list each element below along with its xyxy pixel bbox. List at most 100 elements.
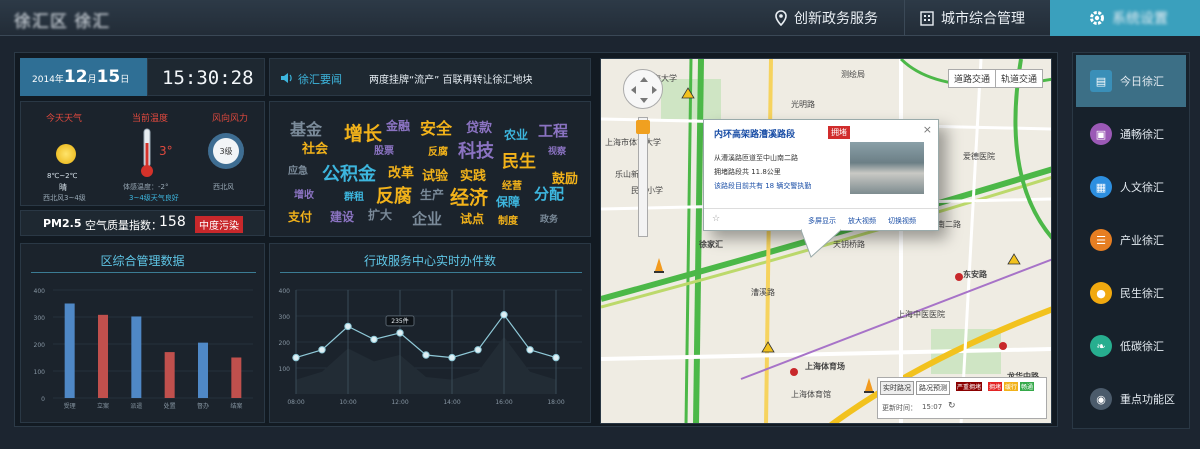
sidebar-item-label: 通畅徐汇 bbox=[1120, 128, 1164, 141]
zoom-video-link[interactable]: 放大视频 bbox=[848, 216, 876, 226]
sidebar-item-today[interactable]: ▤ 今日徐汇 bbox=[1076, 55, 1186, 107]
keyword[interactable]: 应急 bbox=[288, 162, 308, 177]
nav-city-management[interactable]: 城市综合管理 bbox=[904, 0, 1046, 36]
keyword[interactable]: 工程 bbox=[538, 120, 568, 141]
keyword[interactable]: 支付 bbox=[288, 208, 312, 225]
tab-rail-traffic[interactable]: 轨道交通 bbox=[995, 69, 1043, 88]
keyword[interactable]: 保障 bbox=[496, 193, 520, 210]
keyword[interactable]: 扩大 bbox=[368, 206, 392, 223]
gear-icon bbox=[1090, 11, 1104, 25]
keyword[interactable]: 试验 bbox=[422, 165, 448, 184]
keyword[interactable]: 基金 bbox=[290, 116, 322, 140]
nav-settings[interactable]: 系统设置 bbox=[1050, 0, 1200, 36]
keyword[interactable]: 企业 bbox=[412, 208, 442, 229]
x-tick-label: 受理 bbox=[64, 402, 76, 410]
keyword[interactable]: 政务 bbox=[540, 212, 558, 225]
keyword[interactable]: 反腐 bbox=[376, 182, 412, 208]
keyword[interactable]: 金融 bbox=[386, 117, 410, 134]
bar bbox=[64, 303, 75, 398]
x-tick-label: 16:00 bbox=[495, 399, 512, 406]
sidebar-item-livelihood[interactable]: ● 民生徐汇 bbox=[1076, 267, 1186, 319]
popup-line: 从漕溪路匝道至中山南二路 bbox=[714, 154, 798, 162]
tab-live-traffic[interactable]: 实时路况 bbox=[880, 381, 914, 395]
keyword[interactable]: 试点 bbox=[460, 210, 484, 227]
popup-pointer bbox=[801, 229, 841, 258]
list-icon: ☰ bbox=[1090, 229, 1112, 251]
data-point bbox=[344, 322, 352, 331]
x-tick-label: 10:00 bbox=[339, 399, 356, 406]
traffic-map[interactable]: 上海大学 上海市体育大学 光明路 测绘局 民庭小学 徐家汇 东安路 上海体育场 … bbox=[600, 58, 1052, 424]
top-bar: 徐汇区 徐汇 创新政务服务 城市综合管理 系统设置 bbox=[0, 0, 1200, 36]
clock-display: 15:30:28 bbox=[162, 67, 254, 89]
place-label: 上海体育馆 bbox=[791, 390, 831, 399]
keyword[interactable]: 民生 bbox=[502, 147, 536, 172]
weather-condition: 晴 bbox=[59, 183, 67, 192]
keyword[interactable]: 反腐 bbox=[428, 143, 448, 158]
keyword[interactable]: 增收 bbox=[294, 186, 314, 201]
keyword[interactable]: 制度 bbox=[498, 212, 518, 227]
sidebar-item-key-areas[interactable]: ◉ 重点功能区 bbox=[1076, 373, 1186, 425]
pollution-badge: 中度污染 bbox=[195, 216, 243, 233]
keyword[interactable]: 改革 bbox=[388, 162, 414, 181]
keyword[interactable]: 贷款 bbox=[466, 117, 492, 136]
sidebar-item-low-carbon[interactable]: ❧ 低碳徐汇 bbox=[1076, 320, 1186, 372]
keyword[interactable]: 股票 bbox=[374, 142, 394, 157]
keyword[interactable]: 分配 bbox=[534, 183, 564, 204]
tab-traffic-forecast[interactable]: 路况预测 bbox=[916, 381, 950, 395]
place-label: 上海市体育大学 bbox=[605, 138, 661, 147]
traffic-legend: 实时路况 路况预测 严重拥堵 拥堵 缓行 畅通 更新时间： 15:07 ↻ bbox=[877, 377, 1047, 419]
sidebar-item-label: 人文徐汇 bbox=[1120, 181, 1164, 194]
area-band bbox=[296, 336, 556, 394]
keyword[interactable]: 社会 bbox=[302, 138, 328, 157]
warning-icon[interactable] bbox=[1007, 253, 1021, 265]
keyword[interactable]: 群租 bbox=[344, 188, 364, 203]
line-chart: 100 200 300 400 08:00 10:00 12:00 14:00 16:00 18:… bbox=[279, 288, 582, 406]
keyword[interactable]: 科技 bbox=[458, 137, 494, 163]
tab-road-traffic[interactable]: 道路交通 bbox=[947, 69, 996, 88]
keyword[interactable]: 经营 bbox=[502, 177, 522, 192]
legend-clear: 畅通 bbox=[1020, 382, 1035, 391]
traffic-cone-icon[interactable] bbox=[653, 257, 665, 273]
sidebar-item-culture[interactable]: ▦ 人文徐汇 bbox=[1076, 161, 1186, 213]
place-label: 爱德医院 bbox=[963, 152, 995, 161]
sidebar: ▤ 今日徐汇 ▣ 通畅徐汇 ▦ 人文徐汇 ☰ 产业徐汇 ● 民生徐汇 ❧ 低碳徐… bbox=[1072, 52, 1190, 429]
keyword[interactable]: 视察 bbox=[548, 144, 566, 157]
x-tick-label: 12:00 bbox=[391, 399, 408, 406]
warning-icon[interactable] bbox=[761, 341, 775, 353]
sidebar-item-label: 民生徐汇 bbox=[1120, 287, 1164, 300]
keyword[interactable]: 经济 bbox=[450, 183, 488, 210]
star-icon[interactable]: ☆ bbox=[712, 214, 720, 224]
multi-screen-link[interactable]: 多屏显示 bbox=[808, 216, 836, 226]
bar bbox=[231, 357, 242, 398]
bar-chart-panel: 区综合管理数据 0 100 200 300 400 受理 立案 派遣 处置 督办 结案 bbox=[20, 243, 265, 423]
warning-icon[interactable] bbox=[681, 87, 695, 99]
close-icon[interactable]: × bbox=[923, 123, 932, 136]
news-headline[interactable]: 两度挂牌“流产” 百联再转让徐汇地块 bbox=[369, 71, 533, 86]
news-bar[interactable]: 徐汇要闻 两度挂牌“流产” 百联再转让徐汇地块 bbox=[269, 58, 591, 96]
keyword[interactable]: 安全 bbox=[420, 115, 452, 139]
keyword[interactable]: 建设 bbox=[330, 208, 354, 225]
sidebar-item-traffic[interactable]: ▣ 通畅徐汇 bbox=[1076, 108, 1186, 160]
zoom-handle[interactable] bbox=[636, 120, 650, 134]
sidebar-item-industry[interactable]: ☰ 产业徐汇 bbox=[1076, 214, 1186, 266]
keyword[interactable]: 生产 bbox=[420, 186, 444, 203]
refresh-icon[interactable]: ↻ bbox=[948, 401, 956, 411]
keyword[interactable]: 农业 bbox=[504, 126, 528, 143]
weather-panel: 今天天气 当前温度 风向风力 8℃~2℃ 晴 西北风3~4级 3° 体感温度：-… bbox=[20, 101, 265, 206]
map-pan-control[interactable] bbox=[623, 69, 663, 109]
y-tick-label: 200 bbox=[34, 342, 46, 349]
wind-gauge: 3级 bbox=[208, 133, 244, 169]
place-label: 徐家汇 bbox=[699, 240, 723, 249]
keyword[interactable]: 公积金 bbox=[322, 160, 376, 186]
legend-severe-jam: 严重拥堵 bbox=[956, 382, 983, 391]
nav-innovation-services[interactable]: 创新政务服务 bbox=[760, 0, 898, 36]
x-tick-label: 立案 bbox=[97, 402, 109, 410]
zoom-slider[interactable] bbox=[636, 117, 650, 237]
sensed-temperature: 体感温度：-2° bbox=[123, 183, 169, 191]
traffic-cone-icon[interactable] bbox=[863, 377, 875, 393]
switch-video-link[interactable]: 切换视频 bbox=[888, 216, 916, 226]
wind-direction: 西北风 bbox=[213, 183, 234, 191]
data-point bbox=[526, 346, 534, 354]
keyword[interactable]: 实践 bbox=[460, 165, 486, 184]
traffic-camera-thumbnail[interactable] bbox=[850, 142, 924, 194]
